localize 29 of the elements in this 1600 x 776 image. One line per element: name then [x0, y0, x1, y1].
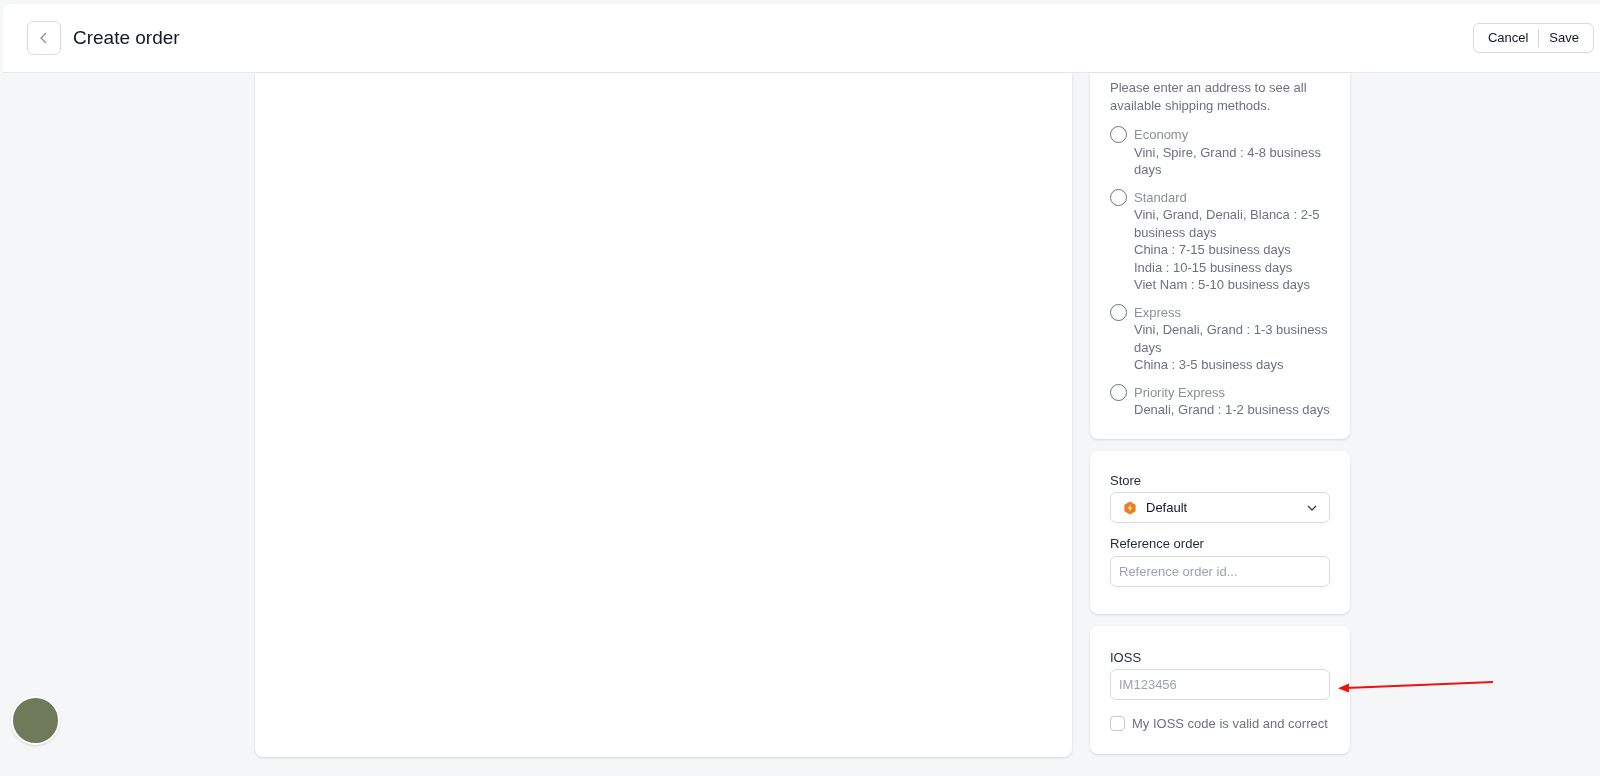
shipping-method-name: Priority Express — [1134, 383, 1227, 401]
shipping-method-name: Standard — [1134, 188, 1188, 206]
shipping-method-name: Economy — [1134, 126, 1190, 144]
ioss-checkbox[interactable] — [1110, 716, 1125, 732]
header-button[interactable]: Cancel — [1477, 28, 1539, 48]
back-icon — [40, 32, 48, 44]
ioss-input[interactable]: IM123456 — [1110, 669, 1330, 700]
delivery-time: Vini, Grand, Denali, Blanca : 2-5 business days — [1134, 206, 1321, 241]
delivery-time: China : 3-5 business days — [1134, 356, 1285, 374]
delivery-time: China : 7-15 business days — [1134, 241, 1292, 259]
store-value: Default — [1146, 498, 1188, 517]
checkbox-label: My IOSS code is valid and correct — [1132, 715, 1328, 733]
field-label: IOSS — [1110, 648, 1143, 667]
reference-order-input[interactable]: Reference order id... — [1110, 555, 1330, 587]
field-label: Reference order — [1110, 535, 1205, 553]
store-icon — [1123, 500, 1137, 515]
store-dropdown[interactable]: Default — [1110, 492, 1330, 523]
delivery-time: Viet Nam : 5-10 business days — [1134, 276, 1312, 294]
shipping-method-name: Express — [1134, 303, 1182, 321]
delivery-time: Vini, Spire, Grand : 4-8 business days — [1134, 143, 1322, 179]
page-title: Create order — [73, 25, 180, 50]
delivery-time: India : 10-15 business days — [1134, 258, 1294, 276]
chevron-down-icon — [1307, 504, 1317, 511]
shipping-note: Please enter an address to see all available shipping methods. — [1110, 79, 1308, 114]
delivery-time: Vini, Denali, Grand : 1-3 business days — [1134, 321, 1329, 356]
header-button[interactable]: Save — [1539, 28, 1589, 48]
field-label: Store — [1110, 471, 1143, 490]
delivery-time: Denali, Grand : 1-2 business days — [1134, 401, 1330, 419]
avatar-photo-placeholder[interactable] — [11, 696, 60, 745]
